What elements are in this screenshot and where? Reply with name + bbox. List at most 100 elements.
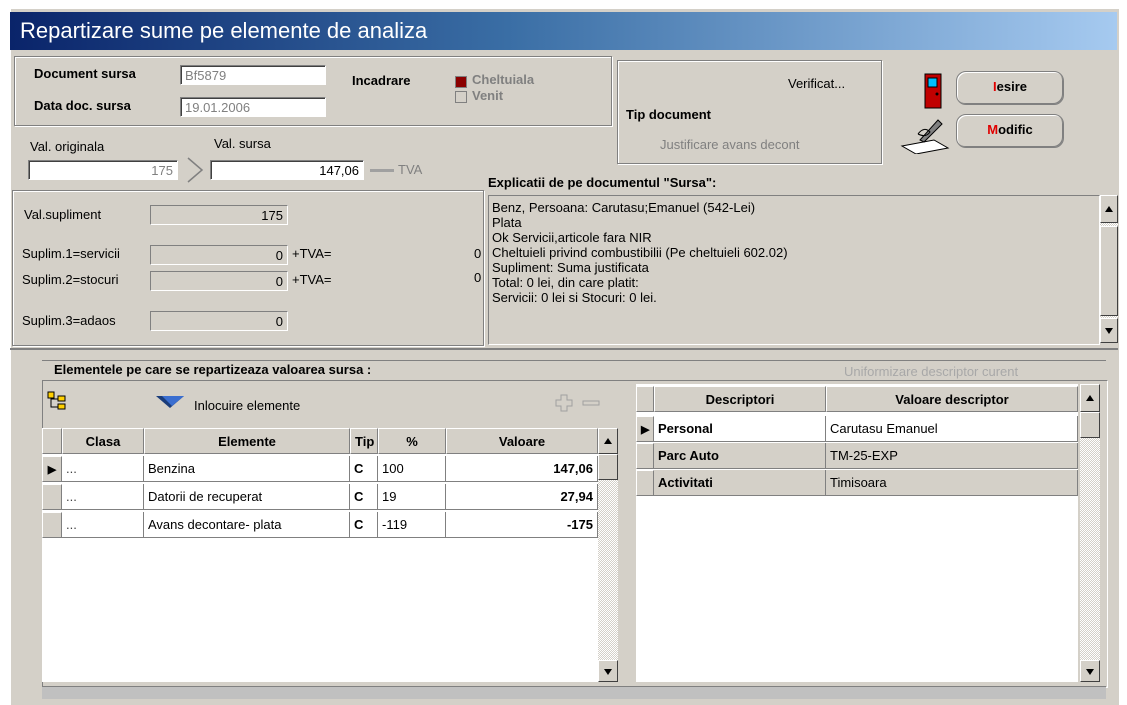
descriptors-scroll-thumb[interactable] [1080, 412, 1100, 438]
explanation-line: Plata [492, 215, 522, 230]
separator [10, 348, 1118, 350]
table-cell-pct[interactable]: 19 [378, 484, 446, 510]
uniformize-button[interactable]: Uniformizare descriptor curent [844, 364, 1018, 379]
descriptors-scroll-up[interactable] [1080, 384, 1100, 412]
column-header-4[interactable]: Valoare [446, 428, 598, 454]
replace-label[interactable]: Inlocuire elemente [194, 398, 300, 413]
suplim2-field[interactable]: 0 [150, 271, 288, 291]
edit-pen-icon[interactable] [900, 112, 950, 155]
tree-icon[interactable] [46, 390, 68, 412]
doc-source-field[interactable]: Bf5879 [180, 65, 326, 85]
scroll-thumb[interactable] [1100, 226, 1118, 316]
descriptor-name[interactable]: Personal [654, 416, 826, 442]
remove-icon[interactable] [580, 392, 602, 414]
incadrare-label: Incadrare [352, 73, 411, 88]
column-header-3[interactable]: % [378, 428, 446, 454]
descriptor-value[interactable]: Timisoara [826, 470, 1078, 496]
desc-row-indicator[interactable] [636, 470, 654, 496]
suplim3-field[interactable]: 0 [150, 311, 288, 331]
suplim2-tva-value: 0 [474, 270, 482, 285]
bottom-bar [42, 686, 1106, 699]
tip-document-value: Justificare avans decont [660, 137, 800, 152]
table-cell-element[interactable]: Datorii de recuperat [144, 484, 350, 510]
iesire-button[interactable]: Iesire [956, 71, 1064, 105]
suplim1-label: Suplim.1=servicii [22, 246, 120, 261]
val-originala-label: Val. originala [30, 139, 105, 154]
cheltuiala-checkbox[interactable] [455, 76, 467, 88]
tva-toggle-icon[interactable] [370, 169, 394, 172]
table-cell-clasa[interactable]: ... [62, 512, 144, 538]
table-cell-pct[interactable]: 100 [378, 456, 446, 482]
cheltuiala-label: Cheltuiala [472, 72, 535, 87]
explanation-line: Supliment: Suma justificata [492, 260, 649, 275]
row-indicator[interactable] [42, 512, 62, 538]
suplim2-label: Suplim.2=stocuri [22, 272, 119, 287]
table-cell-element[interactable]: Avans decontare- plata [144, 512, 350, 538]
exit-door-icon[interactable] [923, 72, 945, 110]
doc-date-field[interactable]: 19.01.2006 [180, 97, 326, 117]
elements-scroll-thumb[interactable] [598, 454, 618, 480]
val-originala-field[interactable]: 175 [28, 160, 178, 180]
table-cell-clasa[interactable]: ... [62, 456, 144, 482]
explanation-line: Cheltuieli privind combustibilii (Pe che… [492, 245, 788, 260]
table-cell-pct[interactable]: -119 [378, 512, 446, 538]
add-icon[interactable] [553, 392, 575, 414]
doc-source-label: Document sursa [34, 66, 136, 81]
suplim1-tva-value: 0 [474, 246, 482, 261]
table-cell-tip[interactable]: C [350, 456, 378, 482]
val-sursa-label: Val. sursa [214, 136, 271, 151]
venit-checkbox[interactable] [455, 91, 467, 103]
elements-section-title: Elementele pe care se repartizeaza valoa… [54, 362, 372, 377]
descriptor-name[interactable]: Parc Auto [654, 443, 826, 469]
column-header-2[interactable]: Tip [350, 428, 378, 454]
desc-grid-corner [636, 386, 654, 412]
table-cell-element[interactable]: Benzina [144, 456, 350, 482]
table-cell-valoare[interactable]: -175 [446, 512, 598, 538]
desc-column-header-1[interactable]: Valoare descriptor [826, 386, 1078, 412]
val-supliment-field[interactable]: 175 [150, 205, 288, 225]
descriptor-value[interactable]: Carutasu Emanuel [826, 416, 1078, 442]
window-title: Repartizare sume pe elemente de analiza [20, 18, 428, 43]
scroll-down-button[interactable] [1100, 318, 1118, 343]
elements-scroll-up[interactable] [598, 428, 618, 454]
table-cell-clasa[interactable]: ... [62, 484, 144, 510]
desc-row-indicator[interactable]: ▶ [636, 416, 654, 442]
arrow-right-icon [184, 156, 206, 184]
suplim3-label: Suplim.3=adaos [22, 313, 116, 328]
verificat-label: Verificat... [788, 76, 846, 91]
explanations-title: Explicatii de pe documentul "Sursa": [488, 175, 717, 190]
title-bar: Repartizare sume pe elemente de analiza [10, 12, 1117, 50]
doc-date-label: Data doc. sursa [34, 98, 131, 113]
tva-label: TVA [398, 162, 423, 177]
column-header-1[interactable]: Elemente [144, 428, 350, 454]
descriptor-value[interactable]: TM-25-EXP [826, 443, 1078, 469]
explanation-line: Ok Servicii,articole fara NIR [492, 230, 652, 245]
column-header-0[interactable]: Clasa [62, 428, 144, 454]
desc-row-indicator[interactable] [636, 443, 654, 469]
val-sursa-field[interactable]: 147,06 [210, 160, 364, 180]
explanation-line: Servicii: 0 lei si Stocuri: 0 lei. [492, 290, 657, 305]
replace-triangle-icon[interactable] [154, 394, 186, 410]
scroll-up-button[interactable] [1100, 195, 1118, 223]
explanation-line: Total: 0 lei, din care platit: [492, 275, 639, 290]
explanations-box[interactable]: Benz, Persoana: Carutasu;Emanuel (542-Le… [488, 195, 1100, 345]
explanation-line: Benz, Persoana: Carutasu;Emanuel (542-Le… [492, 200, 756, 215]
grid-corner [42, 428, 62, 454]
desc-column-header-0[interactable]: Descriptori [654, 386, 826, 412]
modific-button[interactable]: Modific [956, 114, 1064, 148]
tip-document-label: Tip document [626, 107, 711, 122]
table-cell-tip[interactable]: C [350, 512, 378, 538]
val-supliment-label: Val.supliment [24, 207, 102, 222]
row-indicator[interactable]: ▶ [42, 456, 62, 482]
table-cell-valoare[interactable]: 27,94 [446, 484, 598, 510]
row-indicator[interactable] [42, 484, 62, 510]
elements-scroll-down[interactable] [598, 660, 618, 682]
descriptor-name[interactable]: Activitati [654, 470, 826, 496]
table-cell-valoare[interactable]: 147,06 [446, 456, 598, 482]
suplim2-tva-label: +TVA= [292, 272, 332, 287]
suplim1-field[interactable]: 0 [150, 245, 288, 265]
venit-label: Venit [472, 88, 504, 103]
descriptors-scroll-down[interactable] [1080, 660, 1100, 682]
table-cell-tip[interactable]: C [350, 484, 378, 510]
suplim1-tva-label: +TVA= [292, 246, 332, 261]
